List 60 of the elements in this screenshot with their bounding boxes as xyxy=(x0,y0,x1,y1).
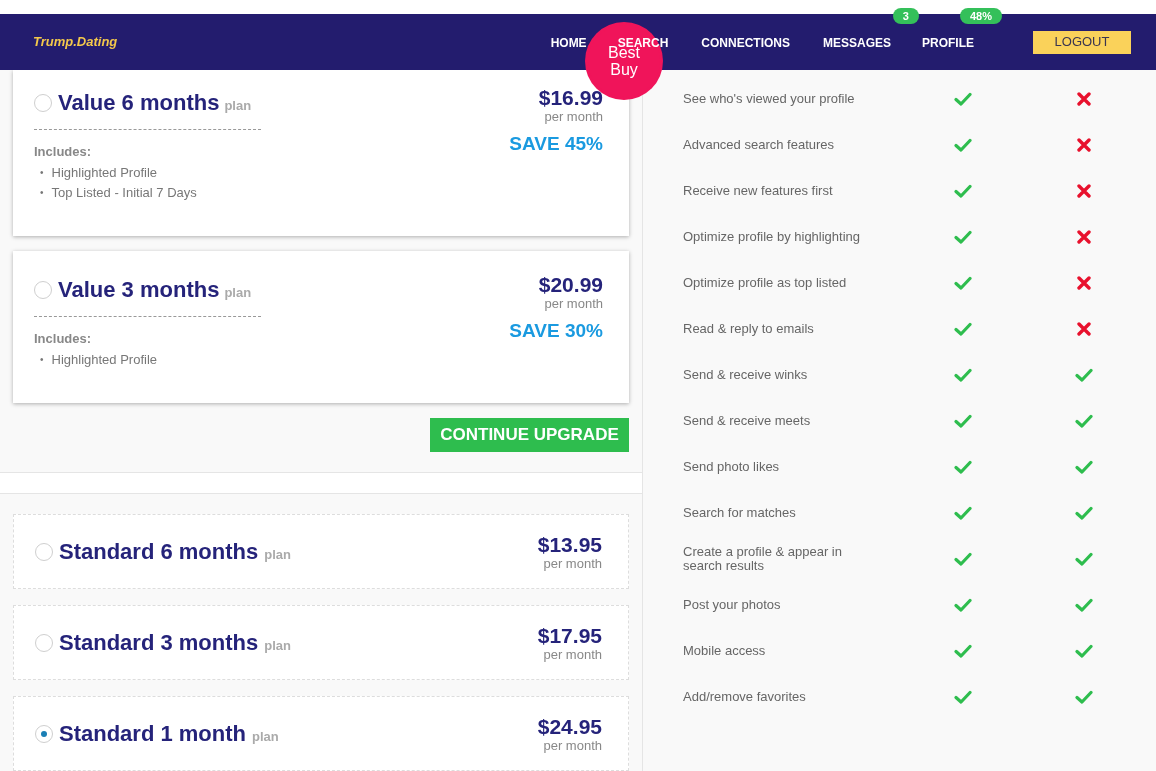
feature-label: Read & reply to emails xyxy=(683,322,815,336)
includes-label: Includes: xyxy=(34,143,93,161)
includes-label: Includes: xyxy=(34,330,93,348)
price-period: per month xyxy=(544,110,603,124)
nav-link[interactable]: HOME xyxy=(550,36,587,50)
price-period: per month xyxy=(543,738,602,753)
feature-label: Receive new features first xyxy=(683,184,834,198)
notification-badge: 3 xyxy=(892,8,919,24)
plan-price: $13.95 xyxy=(537,532,602,557)
savings-label: SAVE 30% xyxy=(509,319,603,343)
plan-price: $20.99 xyxy=(538,273,603,297)
price-period: per month xyxy=(543,647,602,662)
plan-name: Standard 3 months xyxy=(59,629,259,657)
feature-label: Add/remove favorites xyxy=(683,690,807,704)
plan-card[interactable]: Standard 6 months plan $13.95 per month xyxy=(13,514,629,589)
feature-label: Optimize profile by highlighting xyxy=(683,230,862,244)
feature-label: Advanced search features xyxy=(683,138,836,152)
notification-badge: 48% xyxy=(959,8,1002,24)
bullet: • xyxy=(40,165,44,180)
plan-card[interactable]: Standard 3 months plan $17.95 per month xyxy=(13,605,629,680)
plan-feature: Highlighted Profile xyxy=(51,163,158,182)
logo[interactable]: Trump.Dating xyxy=(33,32,118,52)
plan-suffix: plan xyxy=(264,546,291,564)
plan-price: $17.95 xyxy=(537,623,602,648)
radio-button[interactable] xyxy=(35,724,53,743)
nav-link[interactable]: CONNECTIONS xyxy=(701,36,790,50)
radio-button[interactable] xyxy=(34,93,52,112)
plan-feature: Top Listed - Initial 7 Days xyxy=(51,183,197,202)
feature-label: Mobile access xyxy=(683,644,767,658)
plan-suffix: plan xyxy=(264,637,291,655)
plan-name: Standard 1 month xyxy=(59,720,246,748)
bullet: • xyxy=(40,185,44,200)
plan-suffix: plan xyxy=(224,97,252,115)
radio-button[interactable] xyxy=(35,542,53,561)
radio-button[interactable] xyxy=(35,633,53,652)
feature-label: Search for matches xyxy=(683,506,797,520)
bullet: • xyxy=(40,352,44,367)
plan-card[interactable]: Standard 1 month plan $24.95 per month xyxy=(13,696,629,771)
price-period: per month xyxy=(544,297,603,311)
feature-label: See who's viewed your profile xyxy=(683,92,856,106)
price-period: per month xyxy=(543,556,602,571)
savings-label: SAVE 45% xyxy=(509,132,603,156)
logout-button[interactable]: LOGOUT xyxy=(1033,30,1131,54)
nav-link[interactable]: MESSAGES xyxy=(822,36,891,50)
feature-label: Post your photos xyxy=(683,598,782,612)
plan-name: Standard 6 months xyxy=(59,538,259,566)
feature-label: Optimize profile as top listed xyxy=(683,276,848,290)
plan-name: Value 3 months xyxy=(58,276,220,304)
plan-card[interactable]: Value 3 months plan Includes: • Highlighted Profile $20.99 per month SAVE 30% xyxy=(13,251,629,403)
feature-label: Send & receive winks xyxy=(683,368,809,382)
plan-price: $24.95 xyxy=(537,714,602,739)
plan-suffix: plan xyxy=(252,728,279,746)
feature-label: Create a profile & appear in search results xyxy=(683,545,843,573)
plan-name: Value 6 months xyxy=(58,89,220,117)
feature-label: Send photo likes xyxy=(683,460,781,474)
plan-feature: Highlighted Profile xyxy=(51,350,158,369)
nav-link[interactable]: PROFILE xyxy=(922,36,974,50)
plan-suffix: plan xyxy=(224,284,252,302)
feature-label: Send & receive meets xyxy=(683,414,812,428)
radio-button[interactable] xyxy=(34,280,52,299)
